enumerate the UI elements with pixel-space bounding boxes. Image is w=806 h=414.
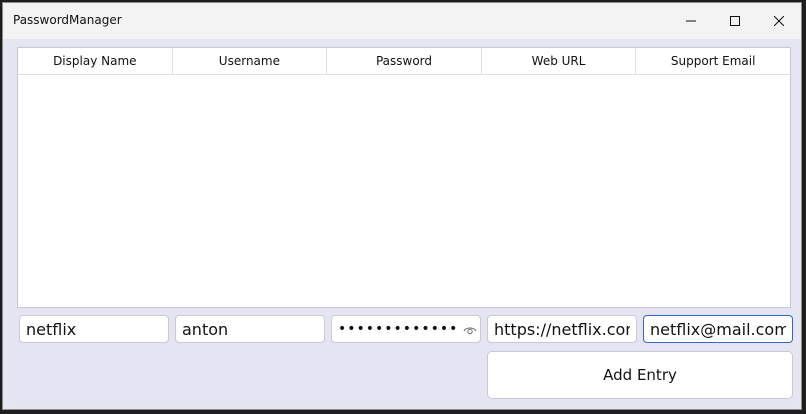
password-input[interactable]: [331, 315, 481, 343]
add-entry-button[interactable]: Add Entry: [487, 351, 793, 399]
column-header-username[interactable]: Username: [173, 48, 328, 74]
column-header-display-name[interactable]: Display Name: [18, 48, 173, 74]
close-icon: [774, 16, 784, 26]
window-title: PasswordManager: [13, 13, 122, 27]
table-header: Display Name Username Password Web URL S…: [18, 48, 790, 75]
minimize-button[interactable]: [669, 3, 713, 39]
entries-table[interactable]: Display Name Username Password Web URL S…: [17, 47, 791, 308]
maximize-icon: [730, 16, 740, 26]
show-password-icon[interactable]: [463, 323, 477, 335]
close-button[interactable]: [757, 3, 801, 39]
maximize-button[interactable]: [713, 3, 757, 39]
column-header-support-email[interactable]: Support Email: [636, 48, 790, 74]
main-content: Display Name Username Password Web URL S…: [11, 43, 793, 405]
username-input[interactable]: [175, 315, 325, 343]
column-header-web-url[interactable]: Web URL: [482, 48, 637, 74]
support-email-input[interactable]: [643, 315, 793, 343]
web-url-input[interactable]: [487, 315, 637, 343]
eye-icon: [463, 327, 477, 335]
password-manager-window: PasswordManager Display Name Username Pa…: [2, 2, 802, 410]
display-name-input[interactable]: [19, 315, 169, 343]
minimize-icon: [686, 20, 696, 22]
column-header-password[interactable]: Password: [327, 48, 482, 74]
title-bar[interactable]: PasswordManager: [3, 3, 801, 39]
